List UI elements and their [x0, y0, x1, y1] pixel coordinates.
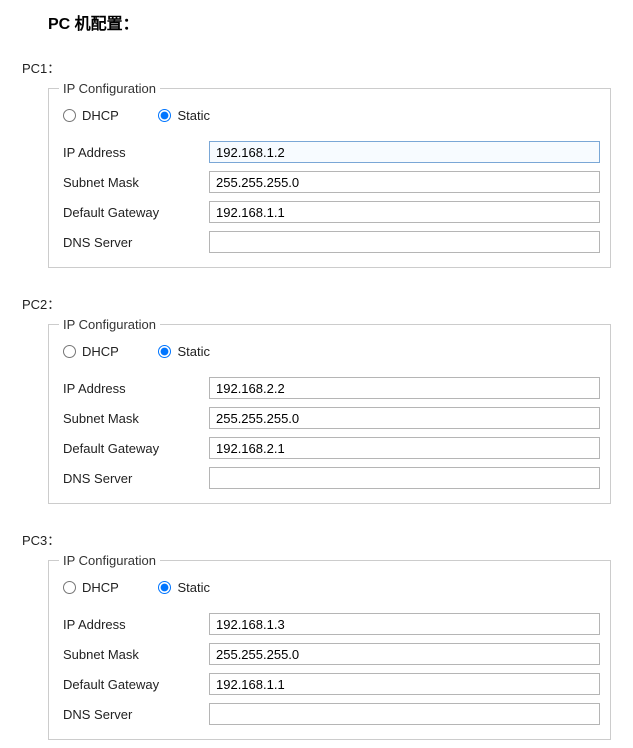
- pc2-dns-label: DNS Server: [59, 471, 209, 486]
- pc1-static-radio[interactable]: [158, 109, 171, 122]
- pc2-mask-input[interactable]: [209, 407, 600, 429]
- pc2-label: PC2：: [0, 276, 633, 317]
- pc1-ip-input[interactable]: [209, 141, 600, 163]
- pc1-gateway-input[interactable]: [209, 201, 600, 223]
- pc3-legend: IP Configuration: [59, 553, 160, 568]
- pc1-ip-configuration: IP Configuration DHCP Static IP Address …: [48, 81, 611, 268]
- pc3-mask-label: Subnet Mask: [59, 647, 209, 662]
- pc2-dhcp-label: DHCP: [82, 344, 119, 359]
- page-title: PC 机配置：: [0, 0, 633, 40]
- pc3-dhcp-label: DHCP: [82, 580, 119, 595]
- pc3-dns-label: DNS Server: [59, 707, 209, 722]
- pc2-dhcp-option[interactable]: DHCP: [63, 344, 119, 359]
- pc3-gateway-row: Default Gateway: [59, 669, 600, 699]
- pc1-dhcp-label: DHCP: [82, 108, 119, 123]
- pc3-dns-input[interactable]: [209, 703, 600, 725]
- pc1-ip-label: IP Address: [59, 145, 209, 160]
- pc1-mask-label: Subnet Mask: [59, 175, 209, 190]
- pc1-static-label: Static: [177, 108, 210, 123]
- pc3-ip-label: IP Address: [59, 617, 209, 632]
- pc3-static-label: Static: [177, 580, 210, 595]
- pc1-gateway-row: Default Gateway: [59, 197, 600, 227]
- pc2-static-label: Static: [177, 344, 210, 359]
- pc1-mode-row: DHCP Static: [59, 104, 600, 137]
- pc2-ip-input[interactable]: [209, 377, 600, 399]
- pc2-static-radio[interactable]: [158, 345, 171, 358]
- pc2-gateway-input[interactable]: [209, 437, 600, 459]
- pc3-dhcp-option[interactable]: DHCP: [63, 580, 119, 595]
- pc3-dhcp-radio[interactable]: [63, 581, 76, 594]
- pc2-dns-input[interactable]: [209, 467, 600, 489]
- pc3-mode-row: DHCP Static: [59, 576, 600, 609]
- pc1-dhcp-radio[interactable]: [63, 109, 76, 122]
- pc2-legend: IP Configuration: [59, 317, 160, 332]
- pc2-gateway-row: Default Gateway: [59, 433, 600, 463]
- pc3-mask-row: Subnet Mask: [59, 639, 600, 669]
- pc2-ip-label: IP Address: [59, 381, 209, 396]
- pc2-dns-row: DNS Server: [59, 463, 600, 493]
- pc3-static-radio[interactable]: [158, 581, 171, 594]
- pc2-dhcp-radio[interactable]: [63, 345, 76, 358]
- pc1-gateway-label: Default Gateway: [59, 205, 209, 220]
- pc2-gateway-label: Default Gateway: [59, 441, 209, 456]
- pc3-dns-row: DNS Server: [59, 699, 600, 729]
- pc1-static-option[interactable]: Static: [158, 108, 210, 123]
- pc2-mask-label: Subnet Mask: [59, 411, 209, 426]
- pc1-ip-row: IP Address: [59, 137, 600, 167]
- pc3-ip-row: IP Address: [59, 609, 600, 639]
- pc1-dns-input[interactable]: [209, 231, 600, 253]
- pc1-dns-row: DNS Server: [59, 227, 600, 257]
- pc3-ip-input[interactable]: [209, 613, 600, 635]
- pc2-mode-row: DHCP Static: [59, 340, 600, 373]
- pc1-mask-input[interactable]: [209, 171, 600, 193]
- pc2-mask-row: Subnet Mask: [59, 403, 600, 433]
- pc3-label: PC3：: [0, 512, 633, 553]
- pc2-ip-row: IP Address: [59, 373, 600, 403]
- pc1-legend: IP Configuration: [59, 81, 160, 96]
- pc3-gateway-label: Default Gateway: [59, 677, 209, 692]
- pc3-ip-configuration: IP Configuration DHCP Static IP Address …: [48, 553, 611, 740]
- pc1-label: PC1：: [0, 40, 633, 81]
- pc1-mask-row: Subnet Mask: [59, 167, 600, 197]
- pc1-dhcp-option[interactable]: DHCP: [63, 108, 119, 123]
- pc3-static-option[interactable]: Static: [158, 580, 210, 595]
- pc3-mask-input[interactable]: [209, 643, 600, 665]
- pc3-gateway-input[interactable]: [209, 673, 600, 695]
- pc2-ip-configuration: IP Configuration DHCP Static IP Address …: [48, 317, 611, 504]
- pc2-static-option[interactable]: Static: [158, 344, 210, 359]
- pc1-dns-label: DNS Server: [59, 235, 209, 250]
